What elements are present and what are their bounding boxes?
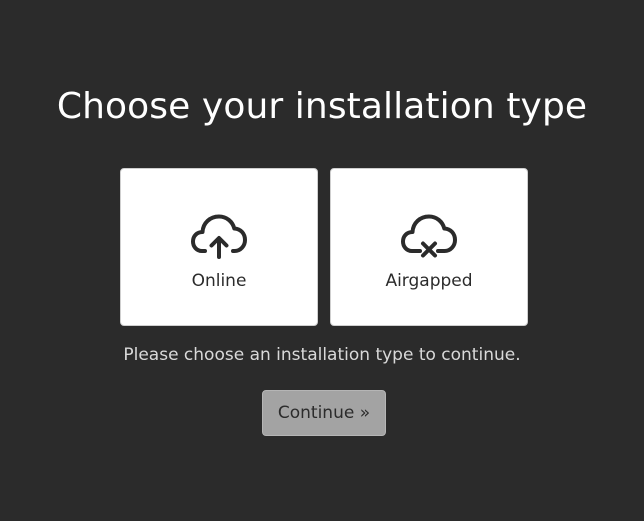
option-airgapped-card[interactable]: Airgapped bbox=[330, 168, 528, 326]
selection-hint: Please choose an installation type to co… bbox=[123, 345, 521, 365]
cloud-upload-icon bbox=[191, 214, 247, 259]
option-airgapped-label: Airgapped bbox=[385, 271, 473, 291]
continue-button[interactable]: Continue » bbox=[262, 390, 386, 436]
cloud-offline-icon bbox=[401, 214, 457, 258]
option-online-label: Online bbox=[191, 271, 247, 291]
page-title: Choose your installation type bbox=[56, 86, 588, 127]
option-online-card[interactable]: Online bbox=[120, 168, 318, 326]
